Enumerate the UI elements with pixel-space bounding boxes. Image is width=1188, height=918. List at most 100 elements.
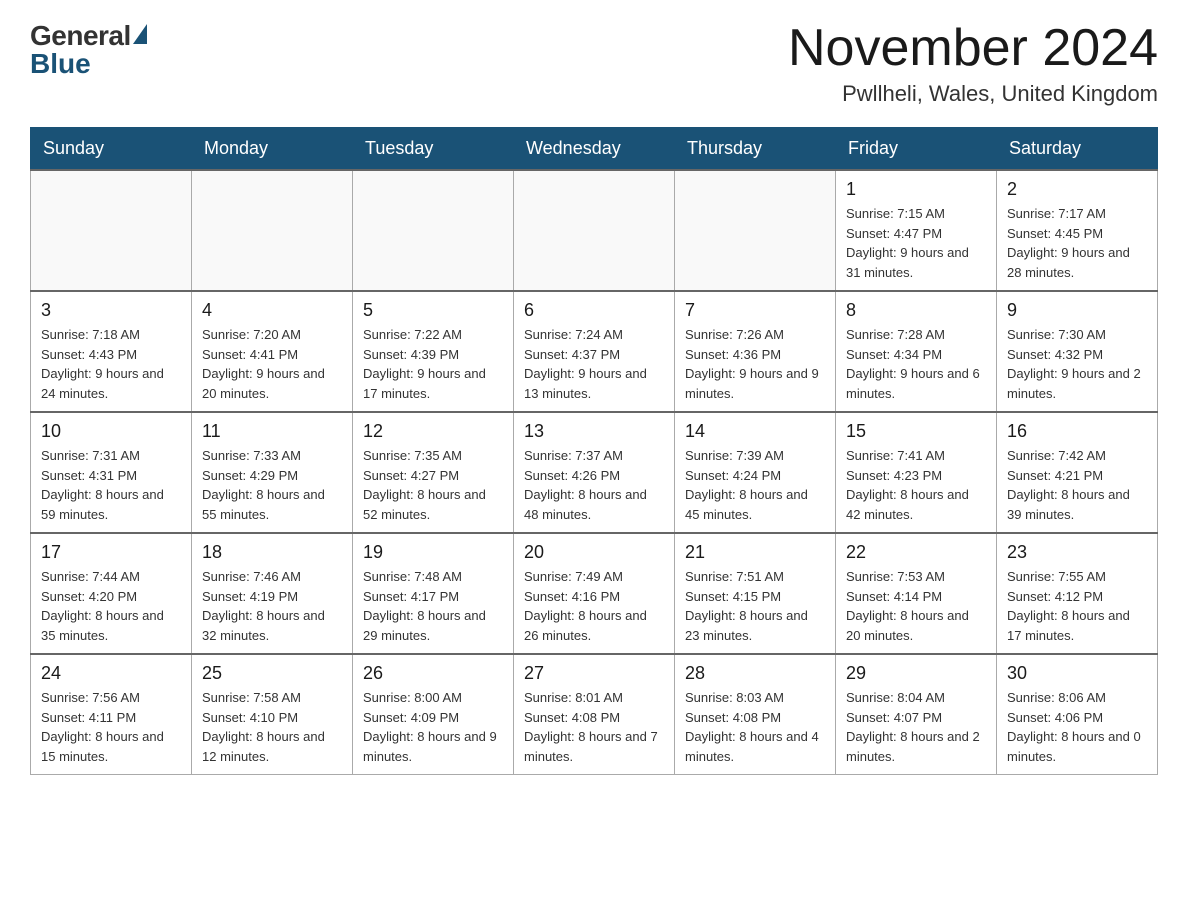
day-info: Sunrise: 7:56 AMSunset: 4:11 PMDaylight:… <box>41 688 181 766</box>
day-info: Sunrise: 7:46 AMSunset: 4:19 PMDaylight:… <box>202 567 342 645</box>
calendar-cell: 20 Sunrise: 7:49 AMSunset: 4:16 PMDayligh… <box>514 533 675 654</box>
calendar-cell: 15 Sunrise: 7:41 AMSunset: 4:23 PMDayligh… <box>836 412 997 533</box>
day-number: 6 <box>524 300 664 321</box>
calendar-cell: 6 Sunrise: 7:24 AMSunset: 4:37 PMDaylight… <box>514 291 675 412</box>
day-info: Sunrise: 7:28 AMSunset: 4:34 PMDaylight:… <box>846 325 986 403</box>
day-info: Sunrise: 7:17 AMSunset: 4:45 PMDaylight:… <box>1007 204 1147 282</box>
calendar-cell: 28 Sunrise: 8:03 AMSunset: 4:08 PMDayligh… <box>675 654 836 775</box>
day-info: Sunrise: 8:03 AMSunset: 4:08 PMDaylight:… <box>685 688 825 766</box>
day-info: Sunrise: 7:26 AMSunset: 4:36 PMDaylight:… <box>685 325 825 403</box>
logo-blue-text: Blue <box>30 48 91 80</box>
calendar-cell: 7Sunrise: 7:26 AMSunset: 4:36 PMDaylight… <box>675 291 836 412</box>
day-number: 4 <box>202 300 342 321</box>
day-number: 9 <box>1007 300 1147 321</box>
calendar-cell: 21 Sunrise: 7:51 AMSunset: 4:15 PMDayligh… <box>675 533 836 654</box>
day-info: Sunrise: 7:42 AMSunset: 4:21 PMDaylight:… <box>1007 446 1147 524</box>
calendar-cell: 14Sunrise: 7:39 AMSunset: 4:24 PMDayligh… <box>675 412 836 533</box>
title-section: November 2024 Pwllheli, Wales, United Ki… <box>788 20 1158 107</box>
calendar-cell: 13 Sunrise: 7:37 AMSunset: 4:26 PMDayligh… <box>514 412 675 533</box>
calendar-cell: 1 Sunrise: 7:15 AMSunset: 4:47 PMDaylight… <box>836 170 997 291</box>
day-number: 3 <box>41 300 181 321</box>
location-text: Pwllheli, Wales, United Kingdom <box>788 81 1158 107</box>
calendar-cell: 9 Sunrise: 7:30 AMSunset: 4:32 PMDaylight… <box>997 291 1158 412</box>
day-info: Sunrise: 7:18 AMSunset: 4:43 PMDaylight:… <box>41 325 181 403</box>
calendar-cell <box>514 170 675 291</box>
calendar-cell: 12 Sunrise: 7:35 AMSunset: 4:27 PMDayligh… <box>353 412 514 533</box>
day-info: Sunrise: 7:48 AMSunset: 4:17 PMDaylight:… <box>363 567 503 645</box>
day-info: Sunrise: 7:33 AMSunset: 4:29 PMDaylight:… <box>202 446 342 524</box>
day-number: 13 <box>524 421 664 442</box>
week-row-4: 17 Sunrise: 7:44 AMSunset: 4:20 PMDayligh… <box>31 533 1158 654</box>
day-info: Sunrise: 7:44 AMSunset: 4:20 PMDaylight:… <box>41 567 181 645</box>
day-number: 17 <box>41 542 181 563</box>
calendar-cell: 24 Sunrise: 7:56 AMSunset: 4:11 PMDayligh… <box>31 654 192 775</box>
weekday-header-friday: Friday <box>836 128 997 171</box>
day-info: Sunrise: 7:37 AMSunset: 4:26 PMDaylight:… <box>524 446 664 524</box>
day-info: Sunrise: 7:41 AMSunset: 4:23 PMDaylight:… <box>846 446 986 524</box>
calendar-cell: 2 Sunrise: 7:17 AMSunset: 4:45 PMDaylight… <box>997 170 1158 291</box>
day-info: Sunrise: 7:30 AMSunset: 4:32 PMDaylight:… <box>1007 325 1147 403</box>
calendar-cell: 22Sunrise: 7:53 AMSunset: 4:14 PMDayligh… <box>836 533 997 654</box>
day-number: 30 <box>1007 663 1147 684</box>
day-number: 8 <box>846 300 986 321</box>
weekday-header-wednesday: Wednesday <box>514 128 675 171</box>
day-number: 25 <box>202 663 342 684</box>
weekday-header-row: SundayMondayTuesdayWednesdayThursdayFrid… <box>31 128 1158 171</box>
day-number: 16 <box>1007 421 1147 442</box>
day-number: 20 <box>524 542 664 563</box>
calendar-cell: 25 Sunrise: 7:58 AMSunset: 4:10 PMDayligh… <box>192 654 353 775</box>
calendar-cell <box>192 170 353 291</box>
calendar-cell: 8 Sunrise: 7:28 AMSunset: 4:34 PMDaylight… <box>836 291 997 412</box>
logo: General Blue <box>30 20 147 80</box>
day-number: 24 <box>41 663 181 684</box>
day-info: Sunrise: 7:49 AMSunset: 4:16 PMDaylight:… <box>524 567 664 645</box>
week-row-5: 24 Sunrise: 7:56 AMSunset: 4:11 PMDayligh… <box>31 654 1158 775</box>
calendar-cell: 27Sunrise: 8:01 AMSunset: 4:08 PMDayligh… <box>514 654 675 775</box>
calendar-cell: 16 Sunrise: 7:42 AMSunset: 4:21 PMDayligh… <box>997 412 1158 533</box>
day-number: 14 <box>685 421 825 442</box>
week-row-1: 1 Sunrise: 7:15 AMSunset: 4:47 PMDaylight… <box>31 170 1158 291</box>
day-number: 10 <box>41 421 181 442</box>
day-info: Sunrise: 7:35 AMSunset: 4:27 PMDaylight:… <box>363 446 503 524</box>
week-row-2: 3 Sunrise: 7:18 AMSunset: 4:43 PMDaylight… <box>31 291 1158 412</box>
day-info: Sunrise: 7:15 AMSunset: 4:47 PMDaylight:… <box>846 204 986 282</box>
day-info: Sunrise: 7:58 AMSunset: 4:10 PMDaylight:… <box>202 688 342 766</box>
calendar-cell: 26Sunrise: 8:00 AMSunset: 4:09 PMDayligh… <box>353 654 514 775</box>
day-info: Sunrise: 7:20 AMSunset: 4:41 PMDaylight:… <box>202 325 342 403</box>
weekday-header-tuesday: Tuesday <box>353 128 514 171</box>
day-number: 18 <box>202 542 342 563</box>
day-info: Sunrise: 8:06 AMSunset: 4:06 PMDaylight:… <box>1007 688 1147 766</box>
calendar-cell: 4 Sunrise: 7:20 AMSunset: 4:41 PMDaylight… <box>192 291 353 412</box>
calendar-cell: 3 Sunrise: 7:18 AMSunset: 4:43 PMDaylight… <box>31 291 192 412</box>
page-header: General Blue November 2024 Pwllheli, Wal… <box>30 20 1158 107</box>
calendar-cell: 17 Sunrise: 7:44 AMSunset: 4:20 PMDayligh… <box>31 533 192 654</box>
day-number: 5 <box>363 300 503 321</box>
day-number: 2 <box>1007 179 1147 200</box>
calendar-cell: 10Sunrise: 7:31 AMSunset: 4:31 PMDayligh… <box>31 412 192 533</box>
weekday-header-saturday: Saturday <box>997 128 1158 171</box>
day-number: 1 <box>846 179 986 200</box>
day-number: 21 <box>685 542 825 563</box>
day-number: 23 <box>1007 542 1147 563</box>
day-number: 15 <box>846 421 986 442</box>
calendar-cell: 30 Sunrise: 8:06 AMSunset: 4:06 PMDayligh… <box>997 654 1158 775</box>
day-number: 28 <box>685 663 825 684</box>
calendar-cell: 18 Sunrise: 7:46 AMSunset: 4:19 PMDayligh… <box>192 533 353 654</box>
day-info: Sunrise: 8:04 AMSunset: 4:07 PMDaylight:… <box>846 688 986 766</box>
logo-triangle-icon <box>133 24 147 44</box>
week-row-3: 10Sunrise: 7:31 AMSunset: 4:31 PMDayligh… <box>31 412 1158 533</box>
weekday-header-sunday: Sunday <box>31 128 192 171</box>
day-number: 11 <box>202 421 342 442</box>
calendar-cell: 29Sunrise: 8:04 AMSunset: 4:07 PMDayligh… <box>836 654 997 775</box>
day-info: Sunrise: 7:51 AMSunset: 4:15 PMDaylight:… <box>685 567 825 645</box>
day-info: Sunrise: 7:24 AMSunset: 4:37 PMDaylight:… <box>524 325 664 403</box>
day-info: Sunrise: 7:22 AMSunset: 4:39 PMDaylight:… <box>363 325 503 403</box>
calendar-cell: 19 Sunrise: 7:48 AMSunset: 4:17 PMDayligh… <box>353 533 514 654</box>
calendar-table: SundayMondayTuesdayWednesdayThursdayFrid… <box>30 127 1158 775</box>
day-number: 27 <box>524 663 664 684</box>
day-number: 19 <box>363 542 503 563</box>
calendar-cell: 23Sunrise: 7:55 AMSunset: 4:12 PMDayligh… <box>997 533 1158 654</box>
day-number: 12 <box>363 421 503 442</box>
calendar-cell: 5 Sunrise: 7:22 AMSunset: 4:39 PMDaylight… <box>353 291 514 412</box>
day-number: 26 <box>363 663 503 684</box>
